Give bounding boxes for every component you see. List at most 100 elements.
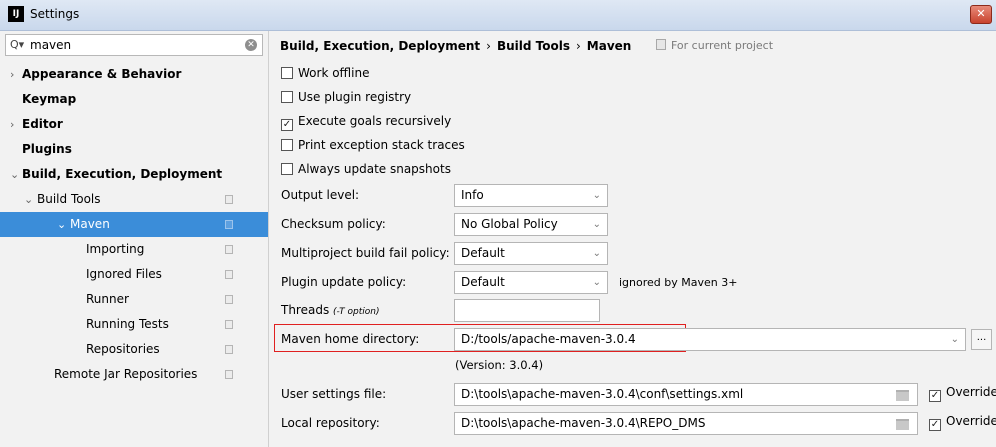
chevron-down-icon[interactable]: ⌄ <box>24 187 33 212</box>
tree-item-plugins[interactable]: Plugins <box>0 137 268 162</box>
folder-icon[interactable] <box>896 419 909 430</box>
select-value: No Global Policy <box>461 217 558 231</box>
threads-hint: (-T option) <box>333 307 380 317</box>
checkbox-box[interactable] <box>281 91 293 103</box>
override-label: Override <box>946 414 996 428</box>
checkbox-box-checked[interactable]: ✓ <box>929 390 941 402</box>
multiproject-fail-policy-select[interactable]: Default ⌄ <box>454 242 608 265</box>
output-level-label: Output level: <box>281 188 360 202</box>
tree-item-repositories[interactable]: Repositories <box>0 337 268 362</box>
print-exception-stack-traces-checkbox[interactable]: Print exception stack traces <box>281 138 465 156</box>
local-repository-override-checkbox[interactable]: ✓ Override <box>929 414 996 431</box>
window-title: Settings <box>30 7 80 21</box>
breadcrumb-separator: › <box>486 39 491 53</box>
tree-item-label: Maven <box>70 217 110 231</box>
close-button[interactable]: ✕ <box>970 5 992 24</box>
tree-item-appearance-behavior[interactable]: › Appearance & Behavior <box>0 62 268 87</box>
tree-item-label: Editor <box>22 117 63 131</box>
work-offline-checkbox[interactable]: Work offline <box>281 66 369 84</box>
checkbox-label: Use plugin registry <box>298 90 412 104</box>
browse-maven-home-button[interactable]: ... <box>971 329 992 350</box>
maven-settings-panel: Build, Execution, Deployment › Build Tools… <box>269 31 996 447</box>
project-settings-icon <box>225 195 233 204</box>
checksum-policy-select[interactable]: No Global Policy ⌄ <box>454 213 608 236</box>
breadcrumb: Build, Execution, Deployment › Build Tools… <box>280 39 631 53</box>
clear-search-icon[interactable]: ✕ <box>245 39 257 51</box>
checksum-policy-label: Checksum policy: <box>281 217 386 231</box>
tree-item-label: Runner <box>86 292 129 306</box>
tree-item-importing[interactable]: Importing <box>0 237 268 262</box>
tree-item-remote-jar-repositories[interactable]: Remote Jar Repositories <box>0 362 268 387</box>
tree-item-ignored-files[interactable]: Ignored Files <box>0 262 268 287</box>
maven-version-label: (Version: 3.0.4) <box>455 358 544 372</box>
tree-item-keymap[interactable]: Keymap <box>0 87 268 112</box>
threads-label-text: Threads <box>281 303 330 317</box>
project-settings-icon <box>225 295 233 304</box>
tree-item-label: Remote Jar Repositories <box>54 367 198 381</box>
plugin-update-note: ignored by Maven 3+ <box>619 276 738 289</box>
checkbox-label: Execute goals recursively <box>298 114 452 128</box>
chevron-down-icon[interactable]: ⌄ <box>593 243 601 264</box>
chevron-down-icon[interactable]: ⌄ <box>57 212 66 237</box>
checkbox-box-checked[interactable]: ✓ <box>929 419 941 431</box>
checkbox-box[interactable] <box>281 67 293 79</box>
breadcrumb-separator: › <box>575 39 581 53</box>
tree-item-runner[interactable]: Runner <box>0 287 268 312</box>
tree-item-running-tests[interactable]: Running Tests <box>0 312 268 337</box>
title-bar: IJ Settings ✕ <box>0 0 996 31</box>
use-plugin-registry-checkbox[interactable]: Use plugin registry <box>281 90 411 108</box>
breadcrumb-item: Build Tools <box>496 39 570 53</box>
checkbox-label: Always update snapshots <box>298 162 451 176</box>
tree-item-build-tools[interactable]: ⌄ Build Tools <box>0 187 268 212</box>
project-settings-icon <box>225 270 233 279</box>
output-level-select[interactable]: Info ⌄ <box>454 184 608 207</box>
checkbox-box-checked[interactable]: ✓ <box>281 119 293 131</box>
project-settings-icon <box>225 245 233 254</box>
always-update-snapshots-checkbox[interactable]: Always update snapshots <box>281 162 451 180</box>
tree-item-maven[interactable]: ⌄ Maven <box>0 212 268 237</box>
tree-item-editor[interactable]: › Editor <box>0 112 268 137</box>
project-settings-icon <box>656 39 666 50</box>
local-repository-value: D:\tools\apache-maven-3.0.4\REPO_DMS <box>461 416 706 430</box>
tree-item-label: Repositories <box>86 342 160 356</box>
checkbox-box[interactable] <box>281 139 293 151</box>
threads-input[interactable] <box>454 299 600 322</box>
search-icon[interactable]: Q▾ <box>10 38 24 51</box>
local-repository-input[interactable]: D:\tools\apache-maven-3.0.4\REPO_DMS <box>454 412 918 435</box>
select-value: Default <box>461 246 505 260</box>
chevron-right-icon[interactable]: › <box>10 62 14 87</box>
project-settings-icon <box>225 345 233 354</box>
maven-home-label: Maven home directory: <box>281 332 420 346</box>
local-repository-label: Local repository: <box>281 416 380 430</box>
project-settings-icon <box>225 370 233 379</box>
tree-item-label: Ignored Files <box>86 267 162 281</box>
select-value: Default <box>461 275 505 289</box>
checkbox-label: Work offline <box>298 66 370 80</box>
chevron-right-icon[interactable]: › <box>10 112 14 137</box>
chevron-down-icon[interactable]: ⌄ <box>593 185 601 206</box>
user-settings-input[interactable]: D:\tools\apache-maven-3.0.4\conf\setting… <box>454 383 918 406</box>
chevron-down-icon[interactable]: ⌄ <box>10 162 19 187</box>
checkbox-box[interactable] <box>281 163 293 175</box>
maven-home-value[interactable]: D:/tools/apache-maven-3.0.4 <box>461 332 636 346</box>
folder-icon[interactable] <box>896 390 909 401</box>
chevron-down-icon[interactable]: ⌄ <box>951 329 959 350</box>
plugin-update-policy-select[interactable]: Default ⌄ <box>454 271 608 294</box>
project-note-label: For current project <box>671 39 774 52</box>
chevron-down-icon[interactable]: ⌄ <box>593 214 601 235</box>
user-settings-label: User settings file: <box>281 387 387 401</box>
project-settings-icon <box>225 220 233 229</box>
multiproject-fail-policy-label: Multiproject build fail policy: <box>281 246 450 260</box>
search-box[interactable]: Q▾ ✕ <box>5 34 263 56</box>
tree-item-label: Running Tests <box>86 317 169 331</box>
override-label: Override <box>946 385 996 399</box>
settings-tree: › Appearance & Behavior Keymap › Editor … <box>0 62 268 387</box>
chevron-down-icon[interactable]: ⌄ <box>593 272 601 293</box>
user-settings-override-checkbox[interactable]: ✓ Override <box>929 385 996 402</box>
execute-goals-recursively-checkbox[interactable]: ✓ Execute goals recursively <box>281 114 451 132</box>
search-input[interactable] <box>30 37 230 53</box>
maven-home-combobox[interactable]: D:/tools/apache-maven-3.0.4 ⌄ <box>454 328 966 351</box>
tree-item-build-execution-deployment[interactable]: ⌄ Build, Execution, Deployment <box>0 162 268 187</box>
select-value: Info <box>461 188 484 202</box>
tree-item-label: Appearance & Behavior <box>22 67 182 81</box>
